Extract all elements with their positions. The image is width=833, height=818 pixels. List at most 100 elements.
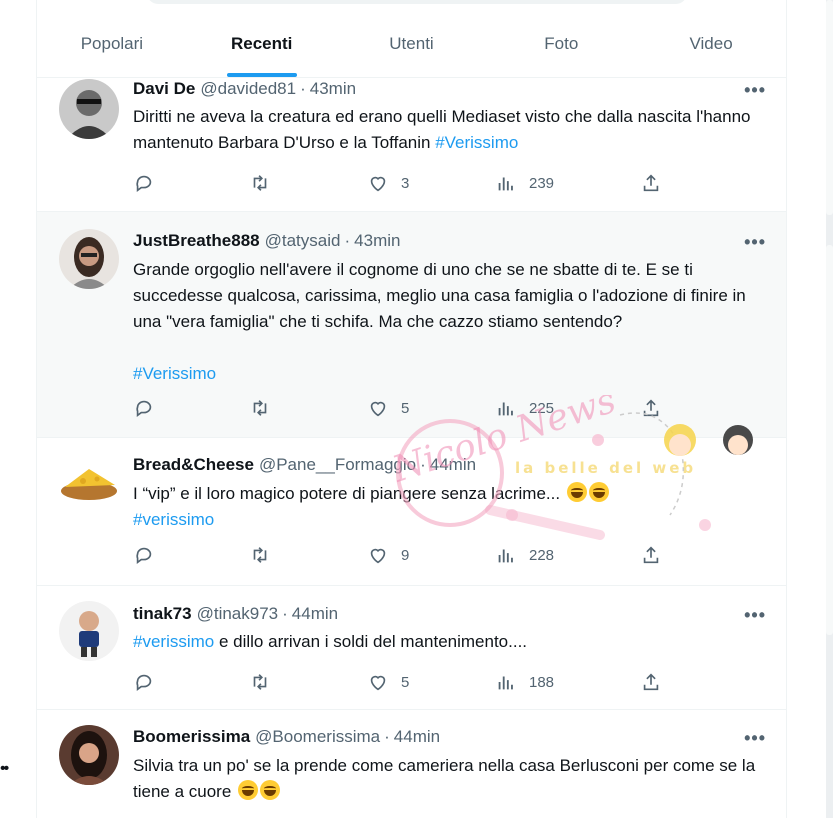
like-button[interactable]: 5 (367, 397, 409, 419)
share-button[interactable] (640, 671, 662, 693)
like-count: 3 (401, 174, 410, 192)
display-name[interactable]: Boomerissima (133, 727, 250, 747)
tab-foto[interactable]: Foto (486, 0, 636, 77)
heart-icon (370, 548, 386, 564)
heart-icon (370, 675, 386, 691)
like-count: 5 (401, 399, 410, 417)
share-button[interactable] (640, 172, 662, 194)
display-name[interactable]: tinak73 (133, 604, 192, 624)
more-options-icon[interactable]: ••• (744, 81, 766, 99)
tab-label: Utenti (389, 33, 434, 53)
timestamp[interactable]: 44min (430, 455, 476, 475)
more-options-icon[interactable]: ••• (744, 233, 766, 251)
tab-video[interactable]: Video (636, 0, 786, 77)
separator-dot: · (300, 79, 306, 98)
tweet-header: tinak73 @tinak973 · 44min (133, 604, 770, 624)
share-icon (643, 399, 659, 417)
timestamp[interactable]: 44min (292, 604, 338, 624)
avatar[interactable] (59, 229, 119, 289)
hashtag-link[interactable]: #verissimo (133, 632, 214, 651)
tab-label: Foto (544, 33, 579, 53)
share-icon (643, 174, 659, 192)
timestamp[interactable]: 44min (394, 727, 440, 747)
timestamp[interactable]: 43min (310, 79, 356, 99)
hashtag-link[interactable]: #Verissimo (133, 364, 216, 383)
user-handle[interactable]: @Pane__Formaggio (259, 455, 416, 475)
hashtag-link[interactable]: #verissimo (133, 510, 214, 529)
user-handle[interactable]: @davided81 (200, 79, 296, 99)
share-button[interactable] (640, 397, 662, 419)
share-button[interactable] (640, 544, 662, 566)
tweet-text-content: Grande orgoglio nell'avere il cognome di… (133, 260, 746, 331)
tweet[interactable]: JustBreathe888 @tatysaid · 43min ••• Gra… (37, 212, 786, 438)
avatar[interactable] (59, 451, 119, 511)
avatar[interactable] (59, 725, 119, 785)
reply-icon (136, 400, 152, 417)
tab-recenti[interactable]: Recenti (187, 0, 337, 77)
tweet-actions: 9 228 (133, 544, 673, 568)
views-icon (498, 177, 513, 191)
retweet-icon (253, 547, 267, 563)
views-icon (498, 402, 513, 416)
more-options-icon[interactable]: ••• (744, 606, 766, 624)
tweet-header: Boomerissima @Boomerissima · 44min (133, 727, 770, 747)
tweet-actions: 5 188 (133, 671, 673, 695)
tab-popolari[interactable]: Popolari (37, 0, 187, 77)
display-name[interactable]: Bread&Cheese (133, 455, 254, 475)
reply-button[interactable] (133, 397, 155, 419)
tweet-header: Bread&Cheese @Pane__Formaggio · 44min (133, 455, 770, 475)
reply-icon (136, 674, 152, 691)
views-button[interactable]: 239 (495, 172, 554, 194)
avatar[interactable] (59, 601, 119, 661)
retweet-icon (253, 400, 267, 416)
views-button[interactable]: 188 (495, 671, 554, 693)
views-button[interactable]: 225 (495, 397, 554, 419)
retweet-button[interactable] (249, 397, 271, 419)
user-handle[interactable]: @Boomerissima (255, 727, 380, 747)
tweet-header: JustBreathe888 @tatysaid · 43min (133, 231, 770, 251)
reply-icon (136, 175, 152, 192)
views-count: 239 (529, 174, 555, 192)
views-button[interactable]: 228 (495, 544, 554, 566)
retweet-icon (253, 175, 267, 191)
tweet[interactable]: Bread&Cheese @Pane__Formaggio · 44min I … (37, 438, 786, 586)
tweet-text: Diritti ne aveva la creatura ed erano qu… (133, 104, 773, 156)
timestamp[interactable]: 43min (354, 231, 400, 251)
search-tabs: Popolari Recenti Utenti Foto Video (37, 0, 786, 78)
user-handle[interactable]: @tinak973 (197, 604, 279, 624)
like-button[interactable]: 5 (367, 671, 409, 693)
tweet[interactable]: Davi De @davided81 · 43min ••• Diritti n… (37, 79, 786, 212)
tweet[interactable]: tinak73 @tinak973 · 44min ••• #verissimo… (37, 586, 786, 710)
reply-button[interactable] (133, 671, 155, 693)
tweet[interactable]: Boomerissima @Boomerissima · 44min ••• S… (37, 710, 786, 818)
separator-dot: · (282, 604, 288, 623)
separator-dot: · (344, 231, 351, 250)
hashtag-link[interactable]: #Verissimo (435, 133, 518, 152)
display-name[interactable]: Davi De (133, 79, 195, 99)
like-button[interactable]: 9 (367, 544, 409, 566)
separator-dot: · (420, 455, 426, 474)
reply-icon (136, 547, 152, 564)
rofl-emoji (260, 780, 281, 800)
reply-button[interactable] (133, 172, 155, 194)
tweet-actions: 3 239 (133, 172, 673, 196)
display-name[interactable]: JustBreathe888 (133, 231, 260, 251)
grin-sweat-emoji (238, 780, 259, 800)
retweet-button[interactable] (249, 172, 271, 194)
timeline-column: Popolari Recenti Utenti Foto Video Davi … (36, 0, 787, 818)
avatar[interactable] (59, 79, 119, 139)
retweet-icon (253, 674, 267, 690)
tweet-text: #verissimo e dillo arrivan i soldi del m… (133, 629, 773, 655)
retweet-button[interactable] (249, 544, 271, 566)
tweet-text: Silvia tra un po' se la prende come came… (133, 753, 773, 805)
reply-button[interactable] (133, 544, 155, 566)
user-handle[interactable]: @tatysaid (265, 231, 341, 251)
active-tab-indicator (226, 73, 297, 77)
separator-dot: · (384, 727, 390, 746)
tab-utenti[interactable]: Utenti (337, 0, 487, 77)
like-button[interactable]: 3 (367, 172, 409, 194)
like-count: 9 (401, 546, 410, 564)
heart-icon (370, 176, 386, 192)
more-options-icon[interactable]: ••• (744, 729, 766, 747)
retweet-button[interactable] (249, 671, 271, 693)
